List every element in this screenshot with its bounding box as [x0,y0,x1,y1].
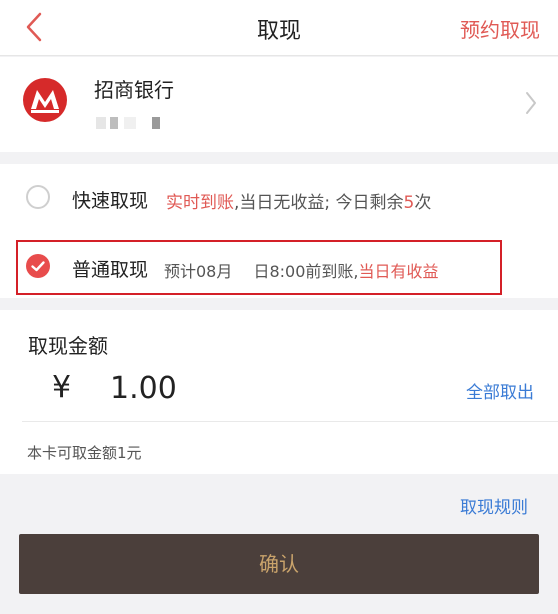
amount-input[interactable]: 1.00 [110,371,177,406]
bank-logo-icon [23,78,67,122]
highlight-box [16,240,502,295]
fast-remaining-count: 5 [403,193,415,213]
account-number-masked [96,113,166,133]
confirm-button[interactable]: 确认 [19,534,539,594]
withdraw-rules-link[interactable]: 取现规则 [460,493,528,518]
fast-desc-highlight: 实时到账 [166,193,234,213]
currency-symbol: ¥ [52,370,72,405]
chevron-right-icon [526,92,536,114]
fast-desc-text: ,当日无收益; 今日剩余 [234,193,404,213]
fast-remaining-unit: 次 [414,193,432,213]
fast-withdraw-option[interactable]: 快速取现 实时到账,当日无收益; 今日剩余5次 [0,164,558,230]
fast-withdraw-label: 快速取现 [72,190,149,212]
bank-card-row[interactable]: 招商银行 [0,57,558,152]
fast-withdraw-desc: 实时到账,当日无收益; 今日剩余5次 [166,188,431,213]
withdraw-all-link[interactable]: 全部取出 [466,378,534,403]
schedule-withdraw-link[interactable]: 预约取现 [460,14,540,43]
withdraw-method-section: 快速取现 实时到账,当日无收益; 今日剩余5次 普通取现 预计08月 日8:00… [0,164,558,298]
divider [22,421,558,422]
available-amount-text: 本卡可取金额1元 [27,444,142,462]
amount-section: 取现金额 ¥ 1.00 全部取出 本卡可取金额1元 [0,310,558,474]
nav-bar: 取现 预约取现 [0,0,558,56]
fast-withdraw-radio[interactable] [26,185,50,209]
bank-name: 招商银行 [94,78,174,102]
amount-label: 取现金额 [28,334,108,358]
